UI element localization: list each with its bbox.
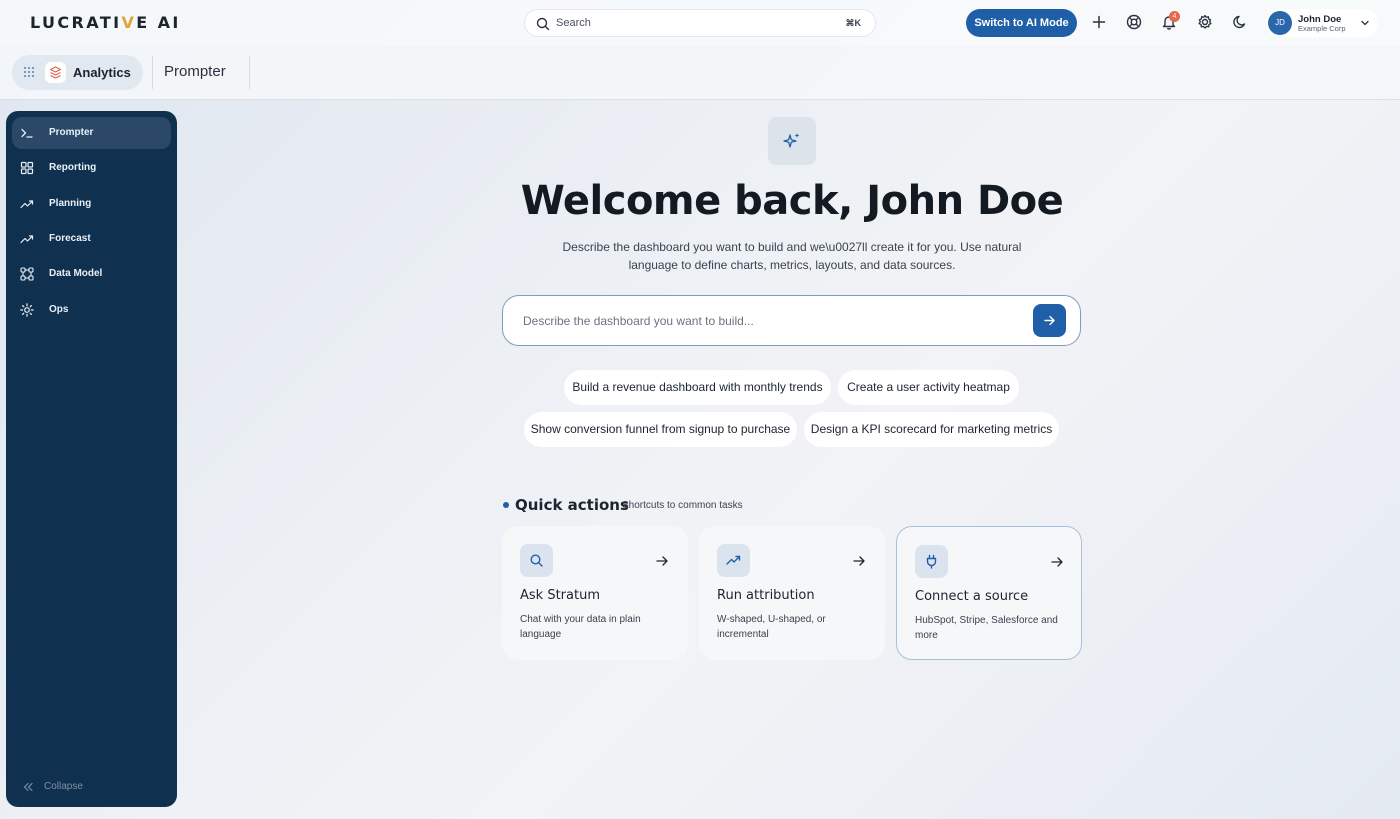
card-description: Chat with your data in plain language [520, 614, 641, 640]
card-title: Ask Stratum [520, 588, 600, 603]
sidebar-item-prompter[interactable]: Prompter [12, 117, 171, 149]
grid-icon [20, 161, 34, 175]
search-input[interactable]: Search ⌘K [524, 9, 876, 37]
sidebar-item-label: Planning [49, 198, 92, 209]
collapse-label: Collapse [44, 781, 83, 792]
plug-icon [926, 554, 937, 569]
sidebar-item-label: Data Model [49, 268, 103, 279]
card-title: Connect a source [915, 589, 1029, 604]
suggestion-chip[interactable]: Create a user activity heatmap [838, 370, 1019, 405]
prompt-input[interactable] [523, 310, 1023, 332]
quick-actions-title: Quick actions [515, 496, 629, 514]
sidebar-item-label: Ops [49, 304, 69, 315]
plus-icon[interactable] [1090, 13, 1108, 31]
chevrons-left-icon [23, 782, 33, 792]
chevron-down-icon [1361, 20, 1369, 26]
section-dot [503, 502, 509, 508]
sidebar-item-forecast[interactable]: Forecast [12, 223, 171, 255]
logo[interactable]: LUCRATIVE AI [30, 13, 181, 32]
page-subtitle: Describe the dashboard you want to build… [562, 240, 1022, 272]
page-title: Welcome back, John Doe [520, 178, 1064, 224]
sparkle-badge [768, 117, 816, 165]
search-icon [530, 554, 543, 567]
breadcrumb: Prompter [164, 63, 226, 80]
nodes-icon [20, 267, 34, 281]
user-company: Example Corp [1298, 24, 1346, 33]
search-shortcut: ⌘K [845, 18, 862, 28]
gear-icon[interactable] [1196, 13, 1214, 31]
sidebar-item-label: Forecast [49, 233, 91, 244]
sparkle-icon [783, 133, 800, 148]
avatar: JD [1268, 11, 1292, 35]
divider [249, 56, 250, 89]
moon-icon[interactable] [1231, 13, 1249, 31]
search-placeholder: Search [556, 17, 591, 29]
terminal-icon [21, 128, 33, 138]
quick-action-ask-stratum[interactable]: Ask Stratum Chat with your data in plain… [502, 526, 688, 660]
top-bar: LUCRATIVE AI Search ⌘K Switch to AI Mode… [0, 0, 1400, 46]
help-lifebuoy-icon[interactable] [1125, 13, 1143, 31]
arrow-right-icon [1044, 315, 1055, 326]
sidebar-item-reporting[interactable]: Reporting [12, 152, 171, 184]
app-header: Analytics Prompter [0, 46, 1400, 100]
analytics-app-icon [45, 62, 66, 83]
quick-action-connect-source[interactable]: Connect a source HubSpot, Stripe, Salesf… [896, 526, 1082, 660]
suggestion-chip[interactable]: Design a KPI scorecard for marketing met… [804, 412, 1059, 447]
sidebar-item-planning[interactable]: Planning [12, 188, 171, 220]
sidebar-item-data-model[interactable]: Data Model [12, 258, 171, 290]
sun-icon [20, 303, 34, 317]
sidebar-item-label: Prompter [49, 127, 94, 138]
quick-action-run-attribution[interactable]: Run attribution W-shaped, U-shaped, or i… [699, 526, 885, 660]
sidebar: Prompter Reporting Planning Forecast Dat… [6, 111, 177, 807]
divider [152, 56, 153, 89]
trend-icon [726, 555, 741, 565]
user-menu[interactable]: JD John Doe Example Corp [1266, 9, 1378, 37]
prompt-box [502, 295, 1081, 346]
apps-grid-icon [24, 67, 34, 77]
card-icon-badge [915, 545, 948, 578]
card-description: W-shaped, U-shaped, or incremental [717, 614, 826, 640]
card-title: Run attribution [717, 588, 815, 603]
send-button[interactable] [1033, 304, 1066, 337]
suggestion-chip[interactable]: Build a revenue dashboard with monthly t… [564, 370, 831, 405]
app-name: Analytics [73, 65, 131, 80]
arrow-right-icon [1051, 557, 1063, 567]
arrow-right-icon [853, 556, 865, 566]
quick-actions-subtitle: Shortcuts to common tasks [622, 500, 743, 511]
trend-icon [20, 200, 34, 209]
card-icon-badge [717, 544, 750, 577]
search-icon [536, 17, 550, 31]
suggestion-chip[interactable]: Show conversion funnel from signup to pu… [524, 412, 797, 447]
switch-ai-mode-button[interactable]: Switch to AI Mode [966, 9, 1077, 37]
card-icon-badge [520, 544, 553, 577]
notification-badge: 4 [1169, 11, 1180, 22]
sidebar-item-ops[interactable]: Ops [12, 294, 171, 326]
card-description: HubSpot, Stripe, Salesforce and more [915, 615, 1058, 641]
sidebar-item-label: Reporting [49, 162, 97, 173]
app-switcher[interactable]: Analytics [12, 55, 143, 90]
arrow-right-icon [656, 556, 668, 566]
trend-icon [20, 235, 34, 244]
